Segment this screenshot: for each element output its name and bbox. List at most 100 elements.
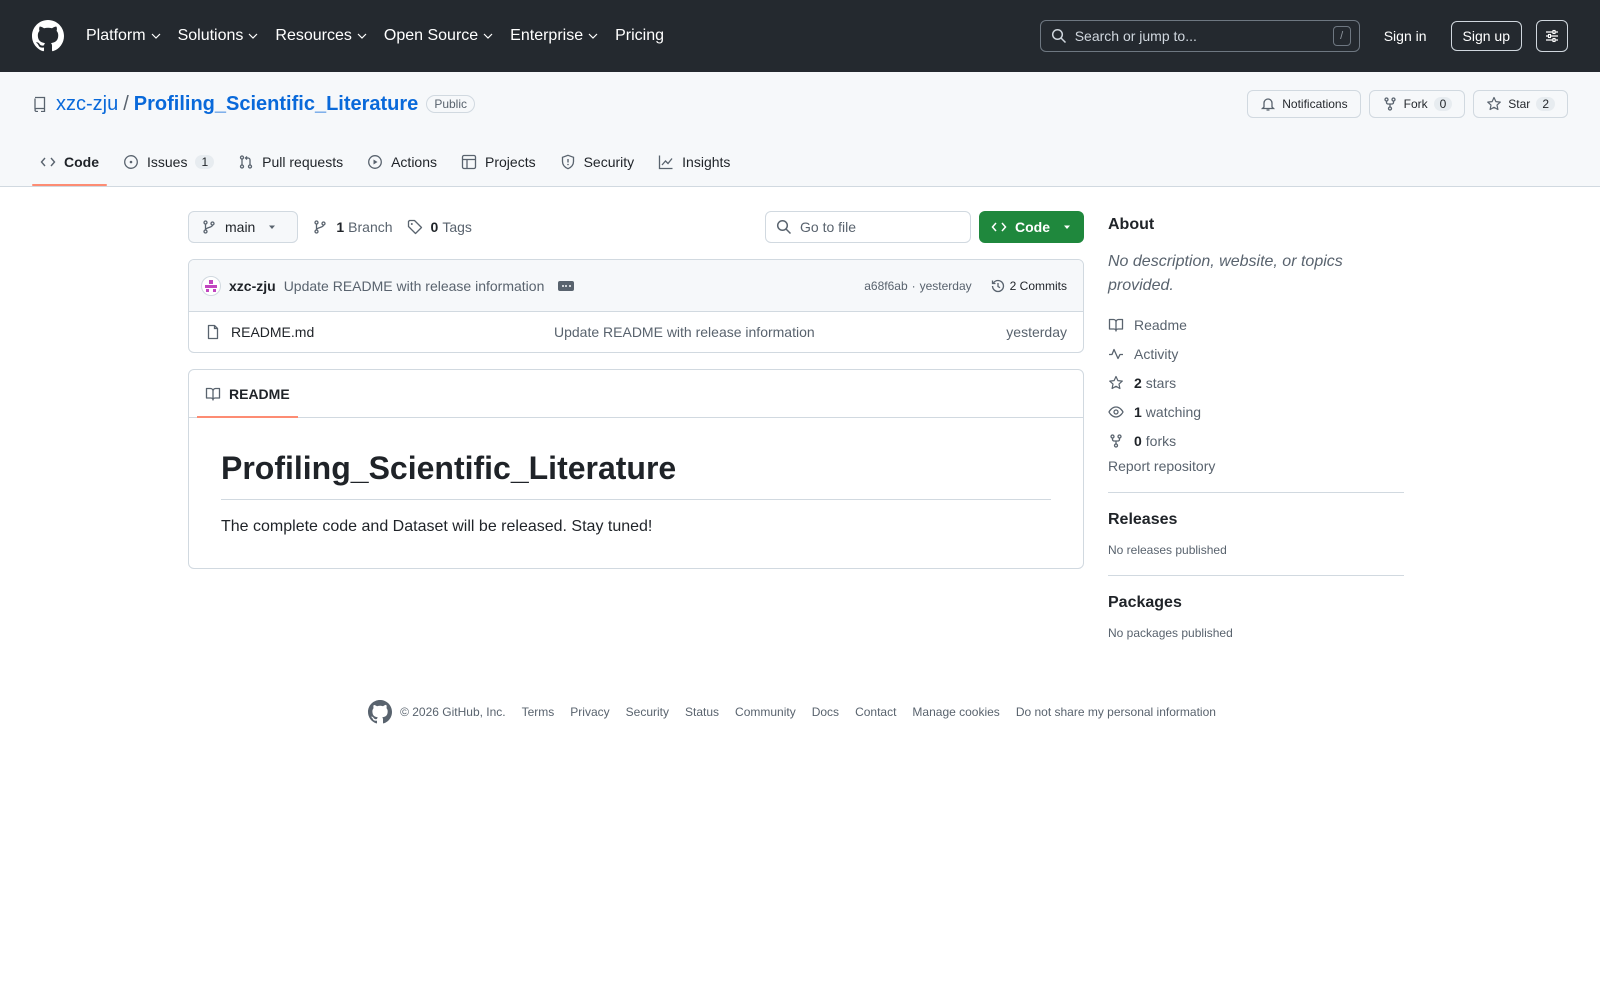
- site-footer: © 2026 GitHub, Inc. Terms Privacy Securi…: [188, 700, 1412, 724]
- activity-link-label: Activity: [1134, 345, 1179, 362]
- forks-count: 0: [1134, 432, 1142, 449]
- nav-enterprise[interactable]: Enterprise: [510, 27, 599, 45]
- stars-count: 2: [1134, 374, 1142, 391]
- star-icon: [1109, 375, 1123, 389]
- activity-link[interactable]: Activity: [1108, 339, 1404, 368]
- branches-link[interactable]: 1 Branch: [312, 219, 393, 235]
- sign-in-link[interactable]: Sign in: [1384, 28, 1427, 44]
- readme-heading: Profiling_Scientific_Literature: [221, 450, 1051, 500]
- avatar[interactable]: [201, 275, 221, 296]
- tab-label: Issues: [147, 154, 188, 170]
- expand-commit-button[interactable]: [558, 280, 575, 291]
- tag-label: Tags: [442, 219, 472, 235]
- commits-history-link[interactable]: 2 Commits: [990, 278, 1067, 294]
- tab-actions[interactable]: Actions: [359, 138, 445, 186]
- play-icon: [368, 155, 383, 169]
- table-icon: [461, 154, 477, 170]
- fork-icon: [1383, 97, 1396, 111]
- nav-pricing[interactable]: Pricing: [615, 27, 664, 45]
- nav-open-source[interactable]: Open Source: [384, 27, 494, 45]
- fork-button[interactable]: Fork 0: [1368, 90, 1466, 118]
- commit-meta: a68f6ab · yesterday: [864, 279, 971, 293]
- book-icon: [1108, 318, 1124, 332]
- branch-selector[interactable]: main: [188, 211, 299, 243]
- file-commit-message-link[interactable]: Update README with release information: [554, 324, 815, 340]
- repo-content: main 1 Branch 0 Tags Go to file Code xzc…: [188, 211, 1084, 640]
- tab-insights[interactable]: Insights: [650, 138, 738, 186]
- nav-label: Pricing: [615, 27, 664, 44]
- star-count: 2: [1536, 97, 1555, 111]
- tab-security[interactable]: Security: [552, 138, 643, 186]
- graph-icon: [659, 155, 673, 170]
- footer-link-security[interactable]: Security: [626, 705, 669, 719]
- watchers-link[interactable]: 1 watching: [1108, 397, 1404, 426]
- repo-tabs: Code Issues 1 Pull requests Actions Proj…: [32, 138, 1568, 186]
- commit-author-link[interactable]: xzc-zju: [229, 278, 276, 294]
- fork-icon: [1110, 433, 1122, 448]
- tab-pull-requests[interactable]: Pull requests: [230, 138, 351, 186]
- nav-solutions[interactable]: Solutions: [178, 27, 260, 45]
- nav-resources[interactable]: Resources: [275, 27, 367, 45]
- forks-link[interactable]: 0 forks: [1108, 426, 1404, 455]
- nav-label: Platform: [86, 27, 146, 44]
- repo-icon: [34, 96, 46, 112]
- issues-count: 1: [195, 155, 215, 169]
- table-row: README.md Update README with release inf…: [189, 312, 1083, 352]
- footer-link-docs[interactable]: Docs: [812, 705, 839, 719]
- nav-platform[interactable]: Platform: [86, 27, 162, 45]
- search-input[interactable]: Search or jump to... /: [1039, 20, 1360, 52]
- sliders-icon: [1546, 29, 1558, 43]
- readme-tab[interactable]: README: [197, 370, 298, 418]
- readme-link[interactable]: Readme: [1108, 310, 1404, 339]
- menu-button[interactable]: [1536, 20, 1568, 52]
- footer-link-privacy[interactable]: Privacy: [570, 705, 609, 719]
- repo-sidebar: About No description, website, or topics…: [1108, 211, 1404, 640]
- tag-icon: [407, 219, 422, 235]
- latest-commit: xzc-zju Update README with release infor…: [189, 260, 1083, 312]
- file-navigation: main 1 Branch 0 Tags Go to file Code: [188, 211, 1084, 243]
- commit-message-link[interactable]: Update README with release information: [284, 278, 545, 294]
- code-button-label: Code: [1015, 219, 1050, 235]
- releases-heading[interactable]: Releases: [1108, 511, 1404, 529]
- tab-code[interactable]: Code: [32, 138, 107, 186]
- pull-request-icon: [240, 155, 253, 169]
- sign-up-button[interactable]: Sign up: [1450, 21, 1522, 51]
- about-description: No description, website, or topics provi…: [1108, 253, 1343, 294]
- stars-link[interactable]: 2 stars: [1108, 368, 1404, 397]
- go-to-file-input[interactable]: Go to file: [765, 211, 971, 243]
- repo-name-link[interactable]: Profiling_Scientific_Literature: [134, 93, 419, 116]
- chevron-down-icon: [151, 33, 161, 39]
- file-name-link[interactable]: README.md: [231, 324, 314, 340]
- tags-link[interactable]: 0 Tags: [407, 219, 472, 235]
- caret-down-icon: [269, 225, 276, 229]
- github-logo-icon[interactable]: [368, 700, 393, 724]
- footer-link-community[interactable]: Community: [735, 705, 796, 719]
- search-icon: [776, 219, 792, 235]
- repo-owner-link[interactable]: xzc-zju: [56, 93, 118, 116]
- book-icon: [205, 387, 221, 401]
- footer-link-do-not-share[interactable]: Do not share my personal information: [1016, 705, 1216, 719]
- footer-link-contact[interactable]: Contact: [855, 705, 896, 719]
- footer-link-status[interactable]: Status: [685, 705, 719, 719]
- notifications-button[interactable]: Notifications: [1247, 90, 1361, 118]
- tab-label: Insights: [682, 154, 731, 170]
- branch-label: Branch: [348, 219, 393, 235]
- global-nav: Platform Solutions Resources Open Source…: [86, 27, 680, 45]
- github-logo-icon[interactable]: [32, 20, 64, 52]
- tab-projects[interactable]: Projects: [453, 138, 544, 186]
- report-repository-link[interactable]: Report repository: [1108, 458, 1404, 474]
- packages-heading[interactable]: Packages: [1108, 594, 1404, 612]
- footer-link-terms[interactable]: Terms: [522, 705, 555, 719]
- pulse-icon: [1109, 348, 1123, 359]
- chevron-down-icon: [483, 33, 493, 39]
- code-button[interactable]: Code: [979, 211, 1084, 243]
- readme-tab-label: README: [229, 385, 290, 402]
- star-icon: [1487, 96, 1502, 111]
- visibility-badge: Public: [426, 95, 475, 113]
- file-tree: xzc-zju Update README with release infor…: [188, 259, 1084, 353]
- branch-icon: [203, 220, 215, 234]
- star-button[interactable]: Star 2: [1473, 90, 1568, 118]
- commit-sha-link[interactable]: a68f6ab: [864, 279, 907, 293]
- tab-issues[interactable]: Issues 1: [115, 138, 222, 186]
- footer-link-manage-cookies[interactable]: Manage cookies: [912, 705, 999, 719]
